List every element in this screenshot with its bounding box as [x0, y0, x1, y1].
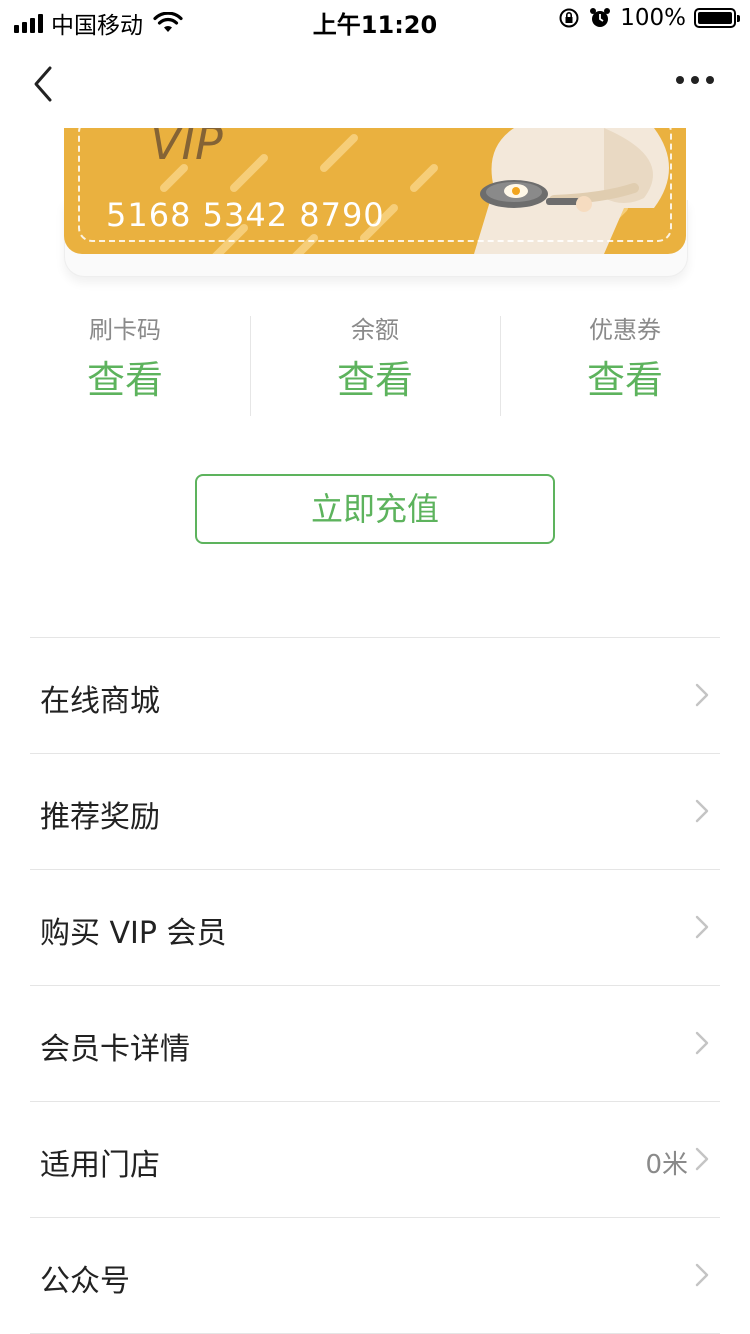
chevron-right-icon [695, 1147, 709, 1171]
menu-item-buy-vip[interactable]: 购买 VIP 会员 [30, 869, 720, 985]
menu-list: 在线商城 推荐奖励 购买 VIP 会员 会员卡详情 适用门店 0米 公众号 [30, 637, 720, 1334]
recharge-button[interactable]: 立即充值 [195, 474, 555, 544]
stat-value-link[interactable]: 查看 [0, 352, 250, 408]
chevron-right-icon [695, 799, 709, 823]
store-distance: 0米 [645, 1150, 688, 1180]
chevron-right-icon [695, 683, 709, 707]
more-dots-icon[interactable] [676, 76, 714, 84]
card-number: 5168 5342 8790 [106, 196, 385, 234]
menu-item-label: 推荐奖励 [40, 800, 160, 835]
stat-label: 优惠券 [589, 316, 661, 344]
back-chevron-left-icon[interactable] [30, 62, 60, 106]
status-bar: 中国移动 上午11:20 100% [0, 0, 750, 40]
stat-balance[interactable]: 余额 查看 [250, 312, 500, 416]
battery-percent: 100% [620, 5, 686, 31]
alarm-icon [590, 8, 611, 27]
menu-item-label: 会员卡详情 [40, 1032, 190, 1067]
battery-icon [694, 8, 740, 28]
menu-item-label: 购买 VIP 会员 [40, 916, 227, 951]
menu-item-stores[interactable]: 适用门店 0米 [30, 1101, 720, 1217]
stat-swipe-code[interactable]: 刷卡码 查看 [0, 312, 250, 416]
chevron-right-icon [695, 1263, 709, 1287]
menu-item-label: 在线商城 [40, 684, 160, 719]
chevron-right-icon [695, 915, 709, 939]
card-stats: 刷卡码 查看 余额 查看 优惠券 查看 [0, 312, 750, 416]
status-right: 100% [558, 5, 740, 31]
chevron-right-icon [695, 1031, 709, 1055]
menu-item-referral-reward[interactable]: 推荐奖励 [30, 753, 720, 869]
stat-coupons[interactable]: 优惠券 查看 [500, 312, 750, 416]
stat-label: 刷卡码 [89, 316, 161, 344]
menu-item-online-mall[interactable]: 在线商城 [30, 637, 720, 753]
stat-label: 余额 [351, 316, 399, 344]
rotation-lock-icon [559, 8, 579, 28]
menu-item-card-details[interactable]: 会员卡详情 [30, 985, 720, 1101]
stat-value-link[interactable]: 查看 [500, 352, 750, 408]
stat-value-link[interactable]: 查看 [250, 352, 500, 408]
menu-item-label: 公众号 [40, 1264, 130, 1299]
menu-item-label: 适用门店 [40, 1148, 160, 1183]
membership-card[interactable]: VIP 5168 5342 8790 [64, 128, 686, 254]
menu-item-official-account[interactable]: 公众号 [30, 1217, 720, 1334]
